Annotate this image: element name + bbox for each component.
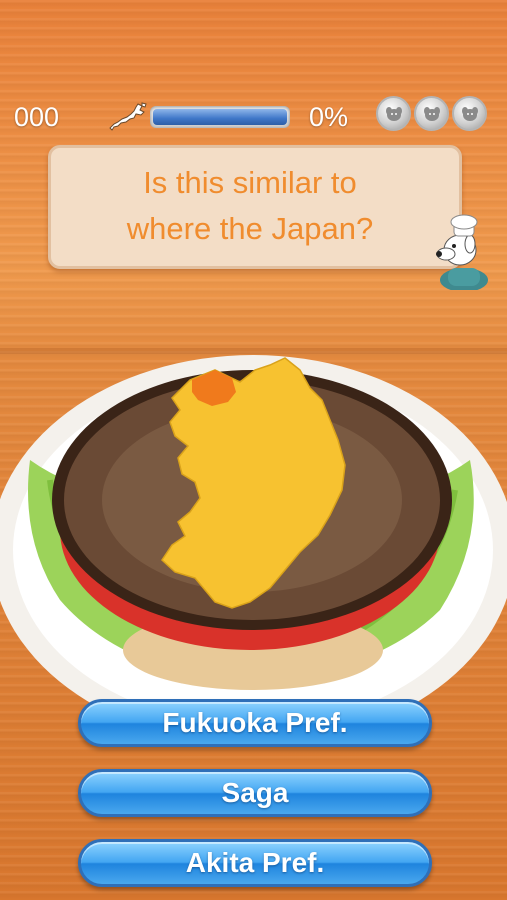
dog-coin-icon xyxy=(414,96,449,131)
answer-button-fukuoka[interactable]: Fukuoka Pref. xyxy=(78,699,432,747)
score-counter: 000 xyxy=(14,102,60,132)
answer-button-saga[interactable]: Saga xyxy=(78,769,432,817)
progress-bar-fill xyxy=(153,109,287,125)
answer-list: Fukuoka Pref. Saga Akita Pref. xyxy=(78,699,432,900)
dog-coin-icon xyxy=(376,96,411,131)
question-panel: Is this similar to where the Japan? xyxy=(48,145,462,269)
hamburger-plate-illustration xyxy=(0,355,507,745)
question-line-1: Is this similar to xyxy=(143,165,357,200)
progress-percent: 0% xyxy=(309,102,349,132)
coin-row xyxy=(376,96,487,131)
answer-button-akita[interactable]: Akita Pref. xyxy=(78,839,432,887)
question-line-2: where the Japan? xyxy=(126,211,374,246)
progress-bar xyxy=(150,106,290,128)
hud-bar: 000 0% xyxy=(0,96,507,140)
dog-coin-icon xyxy=(452,96,487,131)
japan-map-icon xyxy=(109,102,147,131)
dog-chef-mascot xyxy=(436,214,488,290)
